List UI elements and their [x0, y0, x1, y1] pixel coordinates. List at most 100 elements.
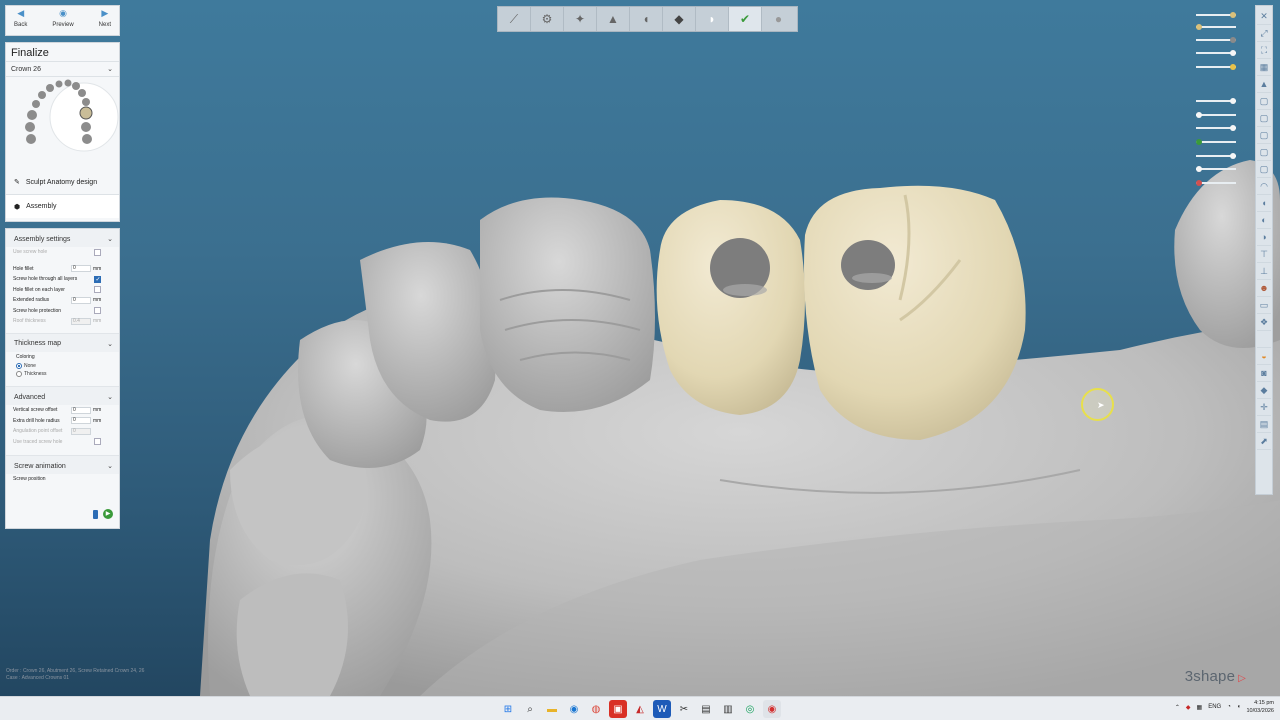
assembly-settings-header[interactable]: Assembly settings ⌄: [6, 229, 119, 247]
vertical-screw-offset-input[interactable]: 0: [71, 406, 91, 414]
clip-icon[interactable]: ▤: [1257, 416, 1271, 433]
face-icon[interactable]: ☻: [1257, 280, 1271, 297]
network-icon[interactable]: ▦: [1197, 704, 1203, 711]
step-navigation: ◀ Back ◉ Preview ▶ Next: [5, 5, 120, 36]
view-right-icon[interactable]: ▢: [1257, 144, 1271, 161]
color-map-icon[interactable]: ◒: [1257, 348, 1271, 365]
plane-icon[interactable]: ▭: [1257, 297, 1271, 314]
roof-thickness-input[interactable]: 0.4: [71, 317, 91, 325]
slider-11[interactable]: [1196, 166, 1236, 172]
close-icon[interactable]: ✕: [1257, 8, 1271, 25]
fullscreen-icon[interactable]: ⛶: [1257, 42, 1271, 59]
slider-3[interactable]: [1196, 37, 1236, 43]
slider-9[interactable]: [1196, 139, 1236, 145]
notes-icon[interactable]: ▤: [697, 700, 715, 718]
slider-10[interactable]: [1196, 153, 1236, 159]
clock[interactable]: 4:15 pm 10/03/2026: [1246, 699, 1274, 715]
coloring-thickness-radio[interactable]: Thickness: [6, 370, 119, 378]
3d-viewport[interactable]: [0, 0, 1280, 696]
slider-12[interactable]: [1196, 180, 1236, 186]
angulation-offset-input[interactable]: 0: [71, 427, 91, 435]
finalize-tool-icon[interactable]: ✔: [729, 7, 762, 31]
ruler-icon[interactable]: ⊥: [1257, 263, 1271, 280]
arrow-right-icon: ▶: [101, 8, 109, 18]
view-front-icon[interactable]: ▢: [1257, 93, 1271, 110]
slider-6[interactable]: [1196, 98, 1236, 104]
slider-8[interactable]: [1196, 125, 1236, 131]
pdf-icon[interactable]: ◭: [631, 700, 649, 718]
jaw-icon[interactable]: ◠: [1257, 178, 1271, 195]
browser-icon[interactable]: ◎: [741, 700, 759, 718]
use-screw-hole-checkbox[interactable]: [94, 248, 101, 256]
next-button[interactable]: ▶ Next: [99, 9, 111, 35]
step-assembly[interactable]: ⬢ Assembly: [6, 194, 119, 218]
coloring-none-radio[interactable]: None: [6, 362, 119, 370]
traced-screw-hole-checkbox[interactable]: [94, 438, 101, 446]
measure-icon[interactable]: ⊤: [1257, 246, 1271, 263]
tooth-chart[interactable]: [6, 77, 119, 170]
layers-icon[interactable]: ❖: [1257, 314, 1271, 331]
protection-row: Screw hole protection: [6, 306, 119, 317]
windows-start-icon[interactable]: ⊞: [499, 700, 517, 718]
extended-radius-input[interactable]: 0: [71, 296, 91, 304]
wifi-icon[interactable]: ◔: [1227, 704, 1231, 710]
search-icon[interactable]: ⌕: [521, 700, 539, 718]
screw-through-row: Screw hole through all layers: [6, 274, 119, 285]
preview-button[interactable]: ◉ Preview: [52, 9, 73, 35]
screw-through-checkbox[interactable]: [94, 275, 101, 283]
camera-icon[interactable]: ◙: [1257, 365, 1271, 382]
protection-checkbox[interactable]: [94, 307, 101, 315]
view-top-icon[interactable]: ▢: [1257, 161, 1271, 178]
fillet-each-checkbox[interactable]: [94, 286, 101, 294]
occlusion-icon[interactable]: ◑: [1257, 229, 1271, 246]
hole-fillet-input[interactable]: 0: [71, 265, 91, 273]
thickness-map-header[interactable]: Thickness map ⌄: [6, 332, 119, 352]
tooth-tool-icon[interactable]: ◖: [630, 7, 663, 31]
blank-icon[interactable]: [1257, 331, 1271, 348]
chrome-icon[interactable]: ◍: [587, 700, 605, 718]
shield-icon[interactable]: ◆: [1257, 382, 1271, 399]
scan-tool-icon[interactable]: ⟋: [498, 7, 531, 31]
anatomy-tool-icon[interactable]: ◆: [663, 7, 696, 31]
view-back-icon[interactable]: ▢: [1257, 110, 1271, 127]
step-sculpt-anatomy[interactable]: ✎ Sculpt Anatomy design: [6, 170, 119, 194]
screw-icon[interactable]: [93, 509, 98, 519]
slider-4[interactable]: [1196, 50, 1236, 56]
tool-icon[interactable]: ✂: [675, 700, 693, 718]
tooth-selector[interactable]: Crown 26 ⌄: [6, 62, 119, 77]
chevron-up-icon[interactable]: ⌃: [1175, 704, 1180, 711]
margin-tool-icon[interactable]: ⚙: [531, 7, 564, 31]
abutment-tool-icon[interactable]: ▲: [597, 7, 630, 31]
grid-icon[interactable]: ▦: [1257, 59, 1271, 76]
tray-app-icon[interactable]: ▥: [719, 700, 737, 718]
3shape-app-icon[interactable]: ◉: [763, 700, 781, 718]
word-icon[interactable]: W: [653, 700, 671, 718]
edge-icon[interactable]: ◉: [565, 700, 583, 718]
close-tool-icon[interactable]: ●: [762, 7, 795, 31]
section-icon[interactable]: ◐: [1257, 212, 1271, 229]
fit-view-icon[interactable]: ⤢: [1257, 25, 1271, 42]
extra-drill-radius-input[interactable]: 0: [71, 417, 91, 425]
screw-animation-header[interactable]: Screw animation ⌄: [6, 455, 119, 474]
chevron-down-icon: ⌄: [107, 463, 113, 470]
crown-tool-icon[interactable]: ◗: [696, 7, 729, 31]
advanced-header[interactable]: Advanced ⌄: [6, 386, 119, 405]
slider-1[interactable]: [1196, 12, 1236, 18]
tooth-view-icon[interactable]: ◖: [1257, 195, 1271, 212]
view-left-icon[interactable]: ▢: [1257, 127, 1271, 144]
slider-7[interactable]: [1196, 112, 1236, 118]
page-title: Finalize: [6, 43, 119, 62]
axis-icon[interactable]: ✛: [1257, 399, 1271, 416]
export-icon[interactable]: ⬈: [1257, 433, 1271, 450]
slider-2[interactable]: [1196, 24, 1236, 30]
play-icon[interactable]: ▶: [103, 509, 113, 519]
slider-5[interactable]: [1196, 64, 1236, 70]
file-explorer-icon[interactable]: ▬: [543, 700, 561, 718]
cap-icon[interactable]: ▲: [1257, 76, 1271, 93]
security-icon[interactable]: ◆: [1186, 704, 1191, 711]
insertion-tool-icon[interactable]: ✦: [564, 7, 597, 31]
tooth-prepared: [480, 197, 655, 412]
speaker-icon[interactable]: ◖: [1237, 704, 1241, 710]
red-app-icon[interactable]: ▣: [609, 700, 627, 718]
back-button[interactable]: ◀ Back: [14, 9, 27, 35]
